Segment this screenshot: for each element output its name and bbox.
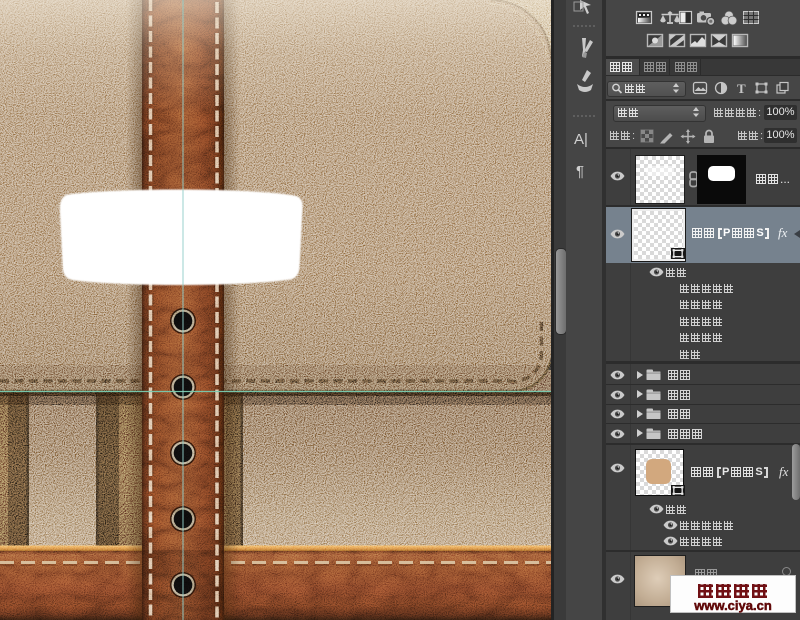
svg-text:T: T [737, 81, 746, 96]
